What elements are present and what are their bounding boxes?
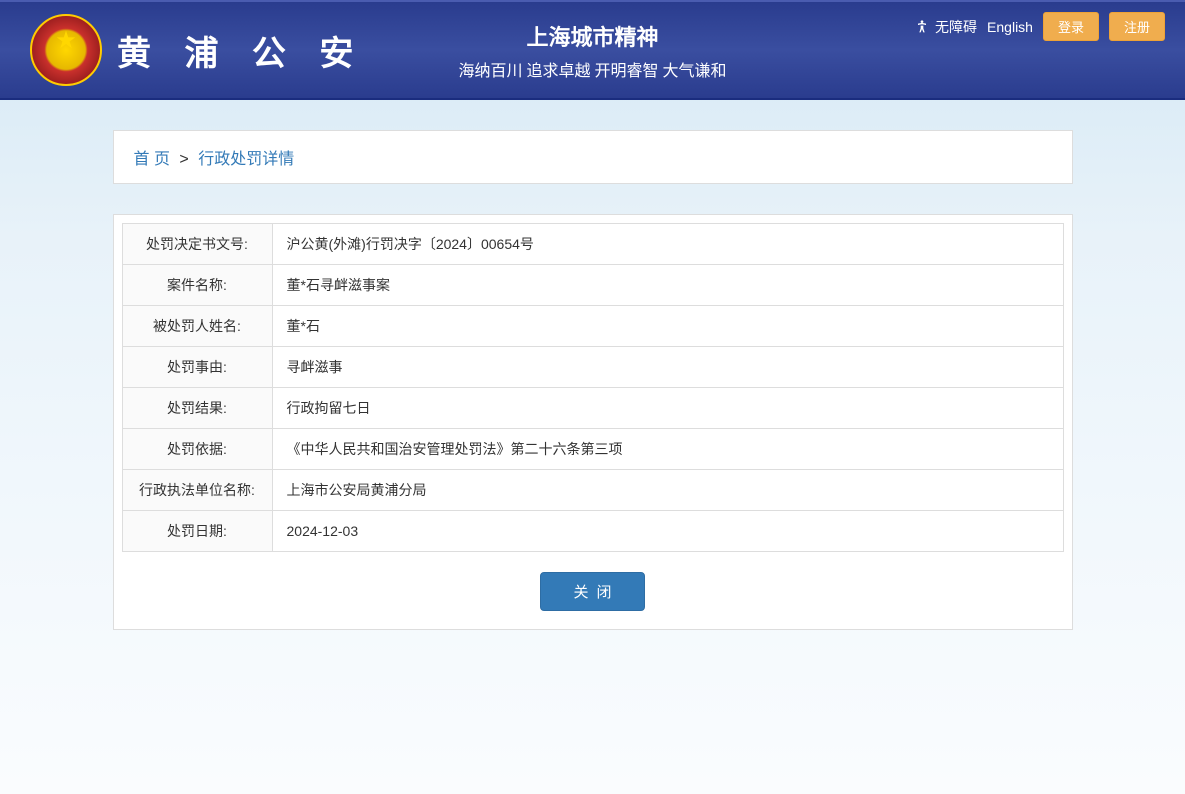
detail-label: 处罚结果: xyxy=(122,388,272,429)
detail-label: 行政执法单位名称: xyxy=(122,470,272,511)
table-row: 处罚日期:2024-12-03 xyxy=(122,511,1063,552)
detail-value: 行政拘留七日 xyxy=(272,388,1063,429)
logo-section: 黄 浦 公 安 xyxy=(30,14,365,86)
detail-card: 处罚决定书文号:沪公黄(外滩)行罚决字〔2024〕00654号案件名称:董*石寻… xyxy=(113,214,1073,630)
site-header: 黄 浦 公 安 上海城市精神 海纳百川 追求卓越 开明睿智 大气谦和 无障碍 E… xyxy=(0,0,1185,100)
main-container: 首 页 > 行政处罚详情 处罚决定书文号:沪公黄(外滩)行罚决字〔2024〕00… xyxy=(113,100,1073,630)
detail-value: 上海市公安局黄浦分局 xyxy=(272,470,1063,511)
detail-value: 董*石 xyxy=(272,306,1063,347)
close-button-wrap: 关闭 xyxy=(122,552,1064,621)
close-button[interactable]: 关闭 xyxy=(540,572,644,611)
detail-label: 处罚决定书文号: xyxy=(122,224,272,265)
detail-label: 处罚日期: xyxy=(122,511,272,552)
detail-label: 被处罚人姓名: xyxy=(122,306,272,347)
police-badge-icon xyxy=(30,14,102,86)
detail-label: 处罚依据: xyxy=(122,429,272,470)
breadcrumb-separator: > xyxy=(179,151,188,168)
breadcrumb: 首 页 > 行政处罚详情 xyxy=(113,130,1073,184)
detail-value: 2024-12-03 xyxy=(272,511,1063,552)
table-row: 被处罚人姓名:董*石 xyxy=(122,306,1063,347)
slogan-sub: 海纳百川 追求卓越 开明睿智 大气谦和 xyxy=(458,57,726,81)
detail-value: 沪公黄(外滩)行罚决字〔2024〕00654号 xyxy=(272,224,1063,265)
detail-label: 案件名称: xyxy=(122,265,272,306)
accessibility-text: 无障碍 xyxy=(935,17,977,37)
detail-label: 处罚事由: xyxy=(122,347,272,388)
english-link[interactable]: English xyxy=(987,19,1033,35)
detail-table: 处罚决定书文号:沪公黄(外滩)行罚决字〔2024〕00654号案件名称:董*石寻… xyxy=(122,223,1064,552)
breadcrumb-home[interactable]: 首 页 xyxy=(134,151,170,168)
site-title: 黄 浦 公 安 xyxy=(117,26,365,75)
detail-value: 董*石寻衅滋事案 xyxy=(272,265,1063,306)
table-row: 处罚结果:行政拘留七日 xyxy=(122,388,1063,429)
table-row: 案件名称:董*石寻衅滋事案 xyxy=(122,265,1063,306)
table-row: 处罚决定书文号:沪公黄(外滩)行罚决字〔2024〕00654号 xyxy=(122,224,1063,265)
detail-value: 寻衅滋事 xyxy=(272,347,1063,388)
detail-value: 《中华人民共和国治安管理处罚法》第二十六条第三项 xyxy=(272,429,1063,470)
table-row: 处罚依据:《中华人民共和国治安管理处罚法》第二十六条第三项 xyxy=(122,429,1063,470)
slogan-main: 上海城市精神 xyxy=(458,20,726,52)
top-links: 无障碍 English 登录 注册 xyxy=(914,12,1165,41)
slogan-block: 上海城市精神 海纳百川 追求卓越 开明睿智 大气谦和 xyxy=(458,20,726,81)
table-row: 行政执法单位名称:上海市公安局黄浦分局 xyxy=(122,470,1063,511)
table-row: 处罚事由:寻衅滋事 xyxy=(122,347,1063,388)
accessibility-icon xyxy=(914,19,930,35)
accessibility-link[interactable]: 无障碍 xyxy=(914,17,977,37)
login-button[interactable]: 登录 xyxy=(1043,12,1099,41)
register-button[interactable]: 注册 xyxy=(1109,12,1165,41)
breadcrumb-current[interactable]: 行政处罚详情 xyxy=(198,151,294,168)
